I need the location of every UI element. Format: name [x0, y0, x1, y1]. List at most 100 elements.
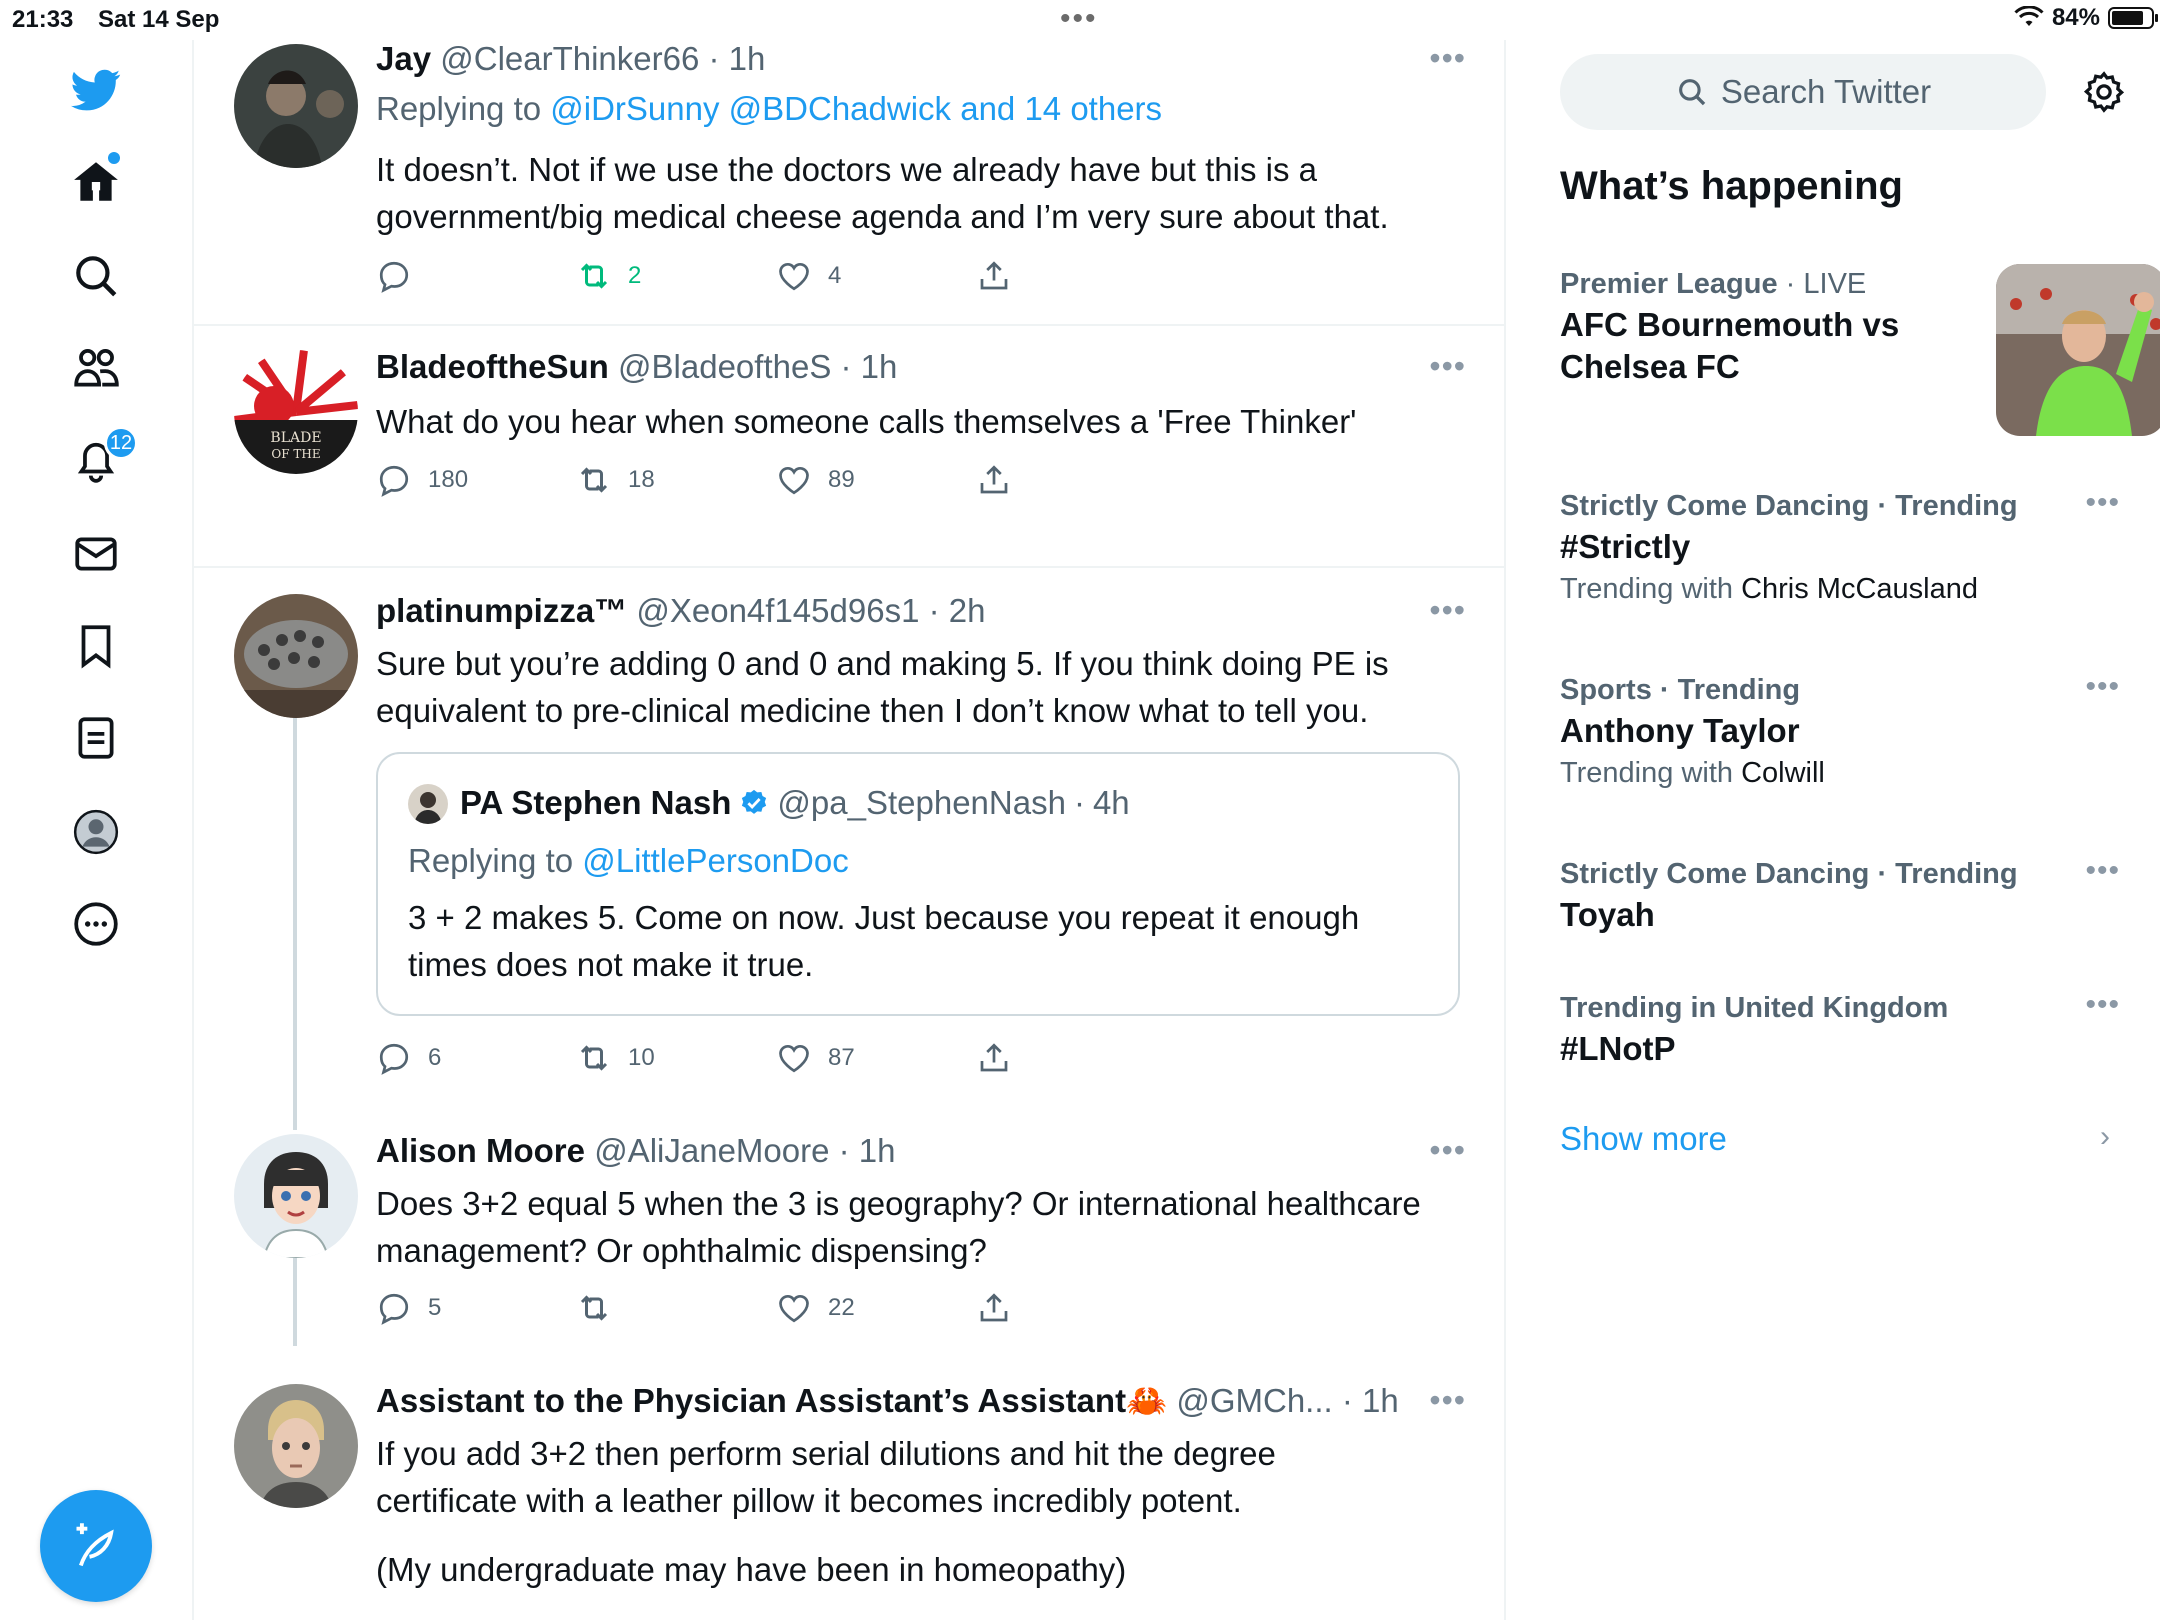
like-button[interactable]: 87	[776, 1036, 855, 1080]
more-options-icon[interactable]	[60, 888, 132, 960]
show-more-link[interactable]: Show more	[1560, 1120, 1727, 1158]
reply-count: 180	[428, 466, 469, 493]
tweet-header: Jay @ClearThinker66 · 1h	[376, 40, 766, 77]
avatar-bladeofthesun[interactable]: BLADE OF THE	[234, 350, 358, 474]
replying-to: Replying to @iDrSunny @BDChadwick and 14…	[376, 90, 1162, 128]
retweet-button[interactable]	[576, 1286, 628, 1330]
quoted-header: PA Stephen Nash @pa_StephenNash · 4h	[460, 784, 1130, 822]
retweet-button[interactable]: 2	[576, 254, 641, 298]
tweet-platinumpizza[interactable]: platinumpizza™ @Xeon4f145d96s1 · 2h ••• …	[194, 570, 1504, 1110]
trend-more-icon[interactable]: •••	[2085, 854, 2120, 888]
trend-more-icon[interactable]: •••	[2085, 670, 2120, 704]
share-button[interactable]	[976, 1616, 1012, 1620]
author-name[interactable]: BladeoftheSun	[376, 348, 609, 385]
avatar-physician-assistant[interactable]	[234, 1384, 358, 1508]
profile-avatar-icon[interactable]	[60, 796, 132, 868]
reply-button[interactable]: 5	[376, 1286, 441, 1330]
tweet-time[interactable]: 1h	[859, 1132, 896, 1169]
reply-icon	[379, 465, 409, 497]
tweet-more-icon[interactable]: •••	[1429, 592, 1466, 629]
trend-item[interactable]: Strictly Come Dancing · Trending Toyah •…	[1560, 854, 2120, 936]
tweet-bladeofthesun[interactable]: BLADE OF THE BladeoftheSun @BladeoftheS ·…	[194, 326, 1504, 568]
trend-item[interactable]: Premier League · LIVE AFC Bournemouth vs…	[1560, 264, 2160, 444]
share-button[interactable]	[976, 458, 1012, 502]
tweet-time[interactable]: 1h	[1362, 1382, 1399, 1419]
author-handle[interactable]: @AliJaneMoore	[594, 1132, 829, 1169]
retweet-button[interactable]	[576, 1616, 628, 1620]
reply-button[interactable]: 180	[376, 458, 468, 502]
trend-item[interactable]: Trending in United Kingdom #LNotP •••	[1560, 988, 2120, 1070]
tweet-actions: 5 22	[376, 1286, 1236, 1330]
avatar-alison-moore[interactable]	[234, 1134, 358, 1258]
share-button[interactable]	[976, 1036, 1012, 1080]
home-icon[interactable]	[60, 146, 132, 218]
avatar-jay[interactable]	[234, 44, 358, 168]
trend-item[interactable]: Sports · Trending Anthony Taylor Trendin…	[1560, 670, 2120, 794]
like-button[interactable]: 4	[776, 254, 841, 298]
share-button[interactable]	[976, 1286, 1012, 1330]
tweet-alison-moore[interactable]: Alison Moore @AliJaneMoore · 1h ••• Does…	[194, 1110, 1504, 1360]
tweet-time[interactable]: 2h	[949, 592, 986, 629]
trend-meta: Strictly Come Dancing · Trending	[1560, 858, 2018, 890]
author-handle[interactable]: @GMCh...	[1176, 1382, 1332, 1419]
author-handle[interactable]: @ClearThinker66	[440, 40, 699, 77]
svg-text:OF THE: OF THE	[271, 447, 320, 461]
reply-button[interactable]	[376, 1616, 428, 1620]
retweet-icon	[580, 1045, 608, 1071]
avatar-platinumpizza[interactable]	[234, 594, 358, 718]
author-handle[interactable]: @Xeon4f145d96s1	[636, 592, 919, 629]
tweet-time[interactable]: 1h	[861, 348, 898, 385]
quoted-avatar[interactable]	[408, 784, 448, 824]
like-button[interactable]: 1	[776, 1616, 841, 1620]
tweet-more-icon[interactable]: •••	[1429, 1382, 1466, 1419]
compose-tweet-button[interactable]	[40, 1490, 152, 1602]
heart-icon	[779, 1045, 809, 1073]
bookmarks-icon[interactable]	[60, 610, 132, 682]
author-name[interactable]: Assistant to the Physician Assistant’s A…	[376, 1382, 1167, 1419]
like-count: 4	[828, 262, 842, 289]
author-name[interactable]: Jay	[376, 40, 431, 77]
retweet-count: 18	[628, 466, 655, 493]
settings-gear-icon[interactable]	[2076, 64, 2132, 120]
trend-image[interactable]	[1996, 264, 2160, 436]
status-right: 84%	[2014, 4, 2158, 32]
reply-button[interactable]: 6	[376, 1036, 441, 1080]
quoted-tweet[interactable]: PA Stephen Nash @pa_StephenNash · 4h Reply…	[376, 752, 1460, 1016]
tweet-more-icon[interactable]: •••	[1429, 348, 1466, 385]
multitasking-dots-icon[interactable]: •••	[1060, 4, 1098, 34]
author-name[interactable]: platinumpizza™	[376, 592, 627, 629]
retweet-button[interactable]: 18	[576, 458, 655, 502]
trend-with-prefix: Trending with	[1560, 573, 1742, 605]
communities-icon[interactable]	[60, 332, 132, 404]
tweet-more-icon[interactable]: •••	[1429, 1132, 1466, 1169]
reply-button[interactable]	[376, 254, 428, 298]
replying-to-link[interactable]: @iDrSunny @BDChadwick and 14 others	[550, 90, 1162, 127]
tweet-jay[interactable]: Jay @ClearThinker66 · 1h ••• Replying to…	[194, 40, 1504, 326]
author-name[interactable]: Alison Moore	[376, 1132, 585, 1169]
lists-icon[interactable]	[60, 702, 132, 774]
notifications-bell-icon[interactable]: 12	[60, 424, 138, 496]
messages-envelope-icon[interactable]	[60, 518, 132, 590]
chevron-right-icon[interactable]: ›	[2100, 1120, 2110, 1154]
twitter-logo-icon[interactable]	[60, 54, 132, 126]
like-button[interactable]: 22	[776, 1286, 855, 1330]
replying-to-link[interactable]: @LittlePersonDoc	[582, 842, 848, 879]
explore-search-icon[interactable]	[60, 240, 132, 312]
quoted-author-handle[interactable]: @pa_StephenNash	[777, 784, 1066, 822]
quoted-author-name[interactable]: PA Stephen Nash	[460, 784, 731, 822]
trend-item[interactable]: Strictly Come Dancing · Trending #Strict…	[1560, 486, 2120, 610]
search-placeholder: Search Twitter	[1720, 73, 1932, 110]
author-handle[interactable]: @BladeoftheS	[618, 348, 831, 385]
like-button[interactable]: 89	[776, 458, 855, 502]
tweet-header: Alison Moore @AliJaneMoore · 1h	[376, 1132, 896, 1169]
tweet-physician-assistant[interactable]: Assistant to the Physician Assistant’s A…	[194, 1360, 1504, 1620]
tweet-time[interactable]: 1h	[729, 40, 766, 77]
trend-more-icon[interactable]: •••	[2085, 486, 2120, 520]
search-box[interactable]: Search Twitter	[1560, 54, 2046, 130]
tweet-more-icon[interactable]: •••	[1429, 40, 1466, 77]
svg-text:BLADE: BLADE	[270, 430, 321, 446]
trend-more-icon[interactable]: •••	[2085, 988, 2120, 1022]
trend-with: Trending with Chris McCausland	[1560, 568, 2120, 610]
share-button[interactable]	[976, 254, 1012, 298]
retweet-button[interactable]: 10	[576, 1036, 655, 1080]
